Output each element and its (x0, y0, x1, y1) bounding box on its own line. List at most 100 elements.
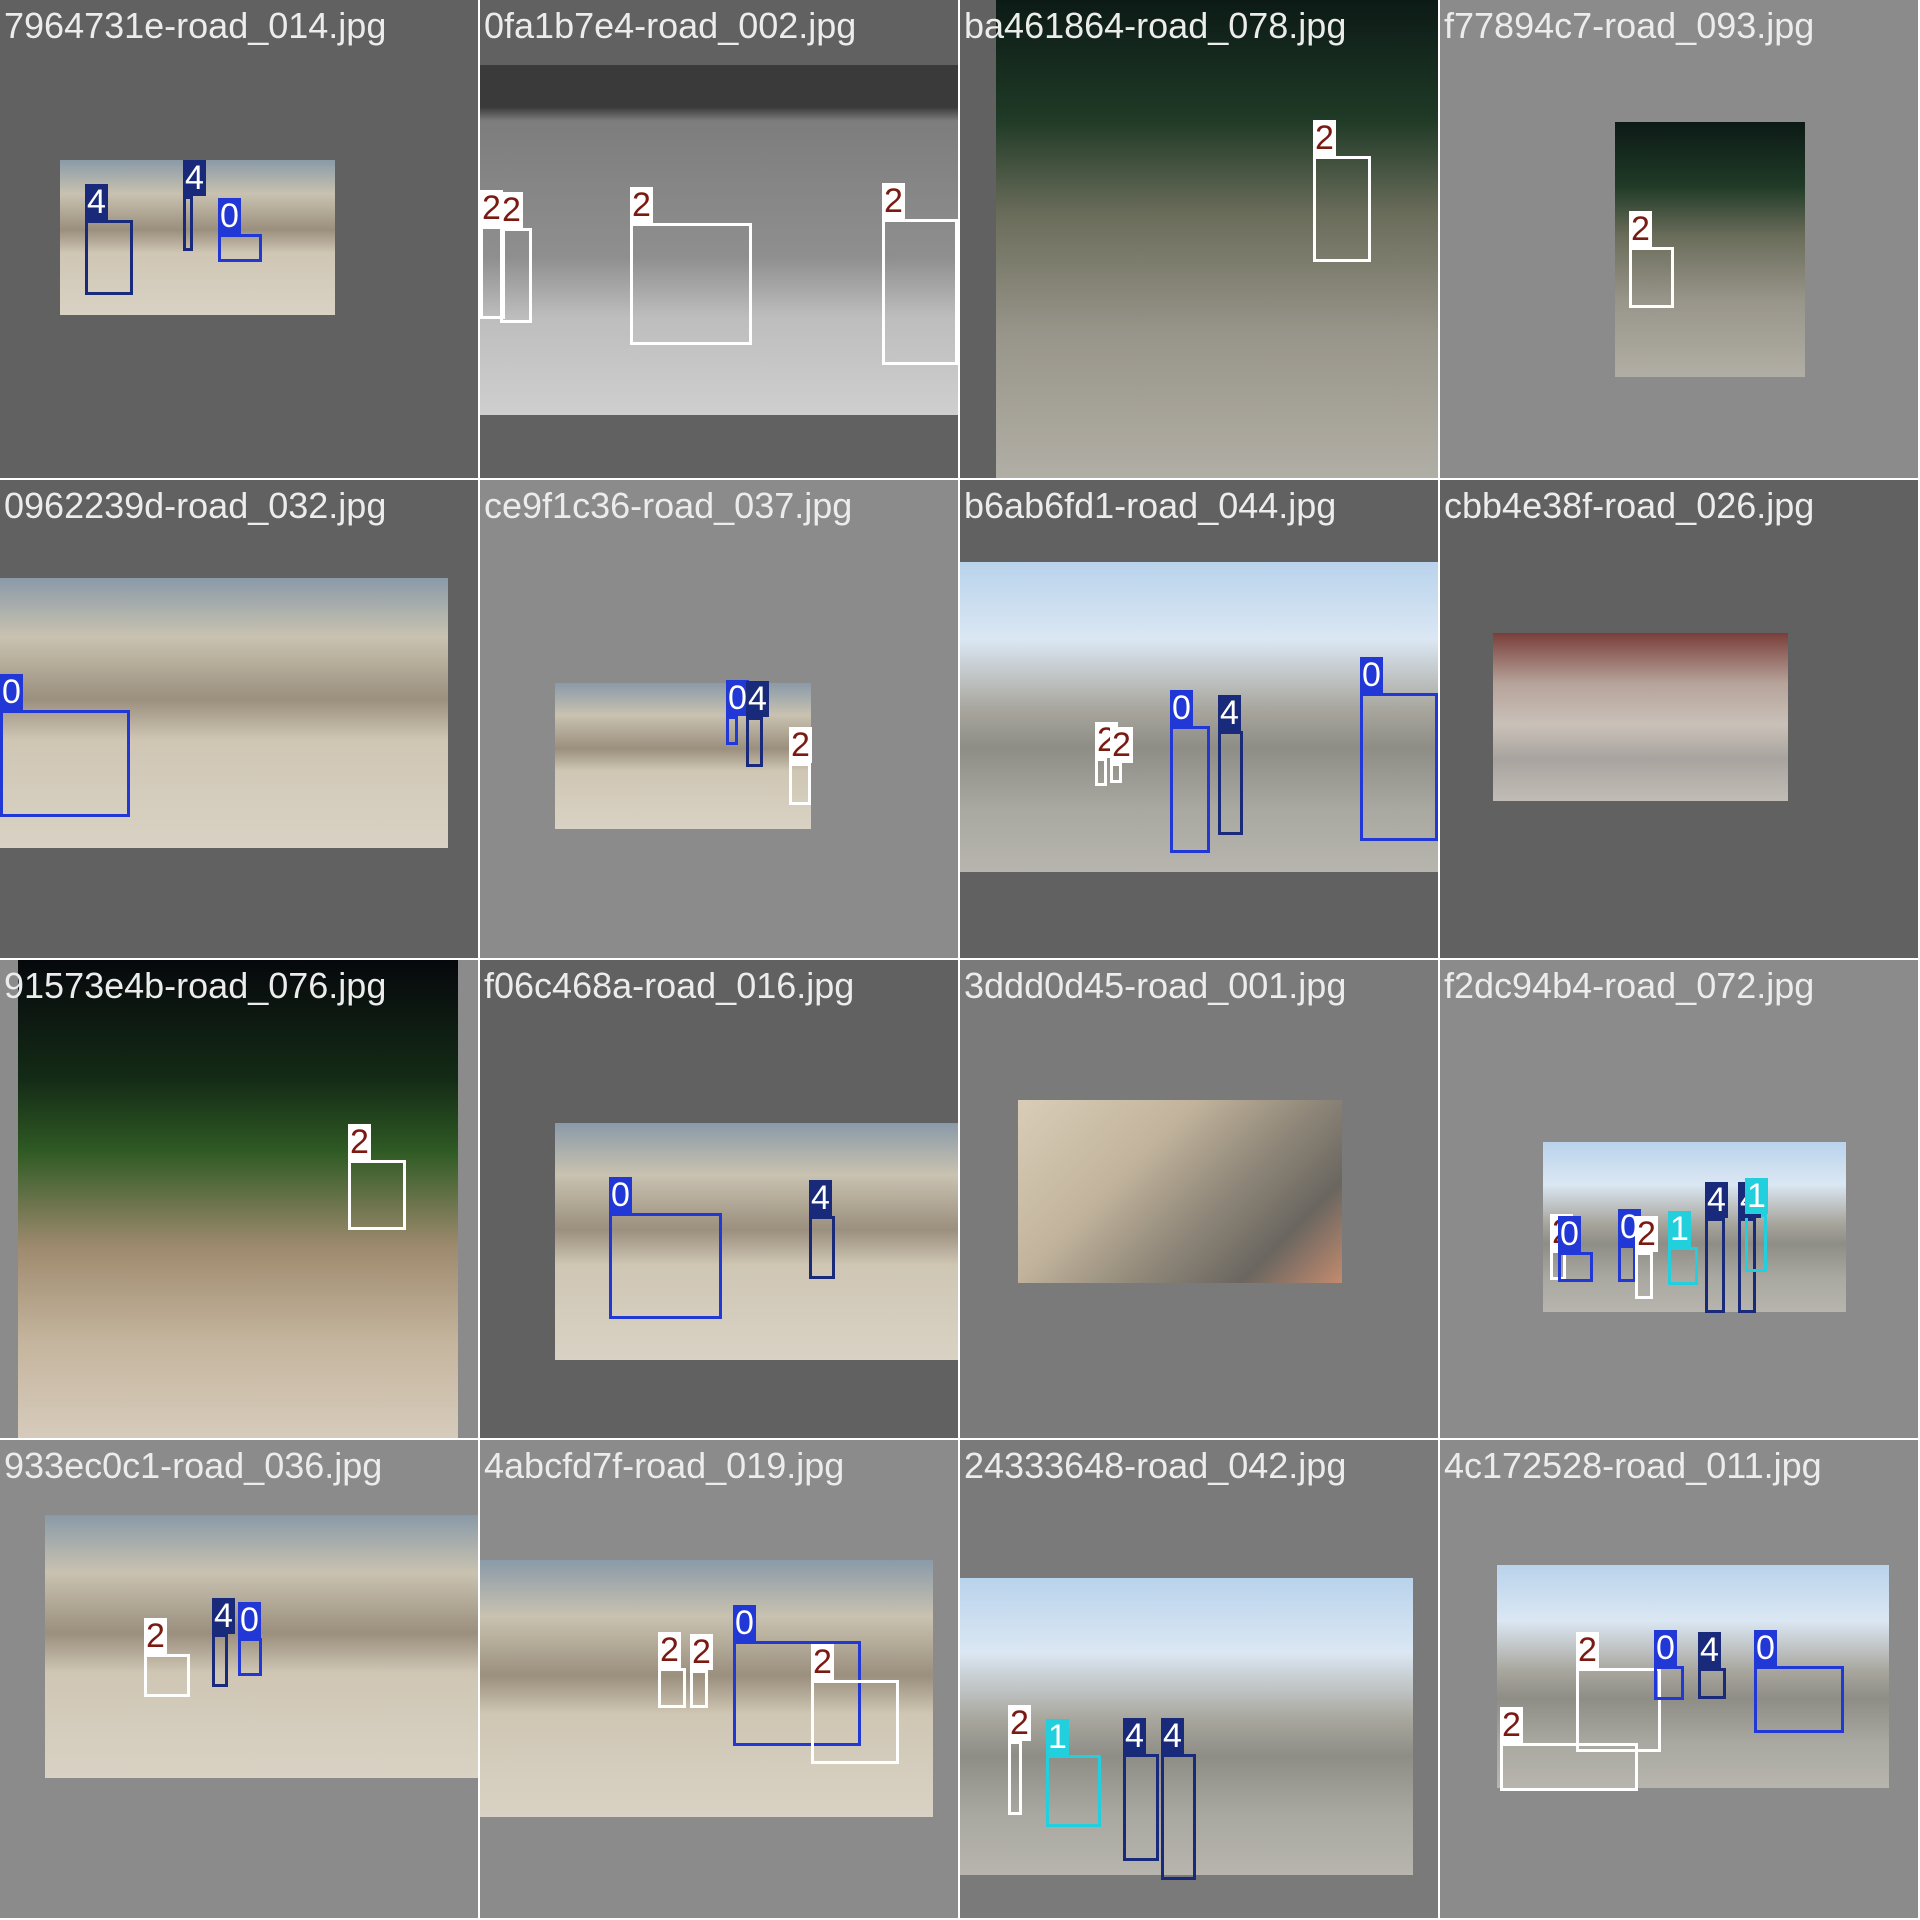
image-tile: 24333648-road_042.jpg 2 1 4 4 (960, 1440, 1438, 1918)
class-label: 2 (882, 182, 905, 220)
class-label: 0 (1754, 1629, 1777, 1667)
class-label: 0 (1170, 689, 1193, 727)
detection-box (726, 716, 738, 745)
class-label: 4 (85, 183, 108, 221)
image-tile: cbb4e38f-road_026.jpg (1440, 480, 1918, 958)
image-filename: ba461864-road_078.jpg (964, 5, 1347, 46)
class-label: 0 (733, 1604, 756, 1642)
class-label: 2 (1313, 119, 1336, 157)
image-filename: f06c468a-road_016.jpg (484, 965, 855, 1006)
class-label: 4 (1218, 694, 1241, 732)
class-label: 0 (0, 673, 23, 711)
detection-box (1161, 1754, 1196, 1880)
scene-photo (1543, 1142, 1846, 1312)
image-tile: 0962239d-road_032.jpg 0 (0, 480, 478, 958)
detection-box (212, 1634, 228, 1687)
scene-photo (996, 0, 1438, 478)
scene-photo (555, 683, 811, 829)
image-filename: ce9f1c36-road_037.jpg (484, 485, 853, 526)
scene-photo (1493, 633, 1788, 801)
class-label: 4 (746, 680, 769, 718)
image-filename: cbb4e38f-road_026.jpg (1444, 485, 1815, 526)
detection-box (1754, 1666, 1844, 1733)
detection-box (85, 220, 133, 295)
class-label: 4 (1161, 1717, 1184, 1755)
class-label: 0 (1360, 656, 1383, 694)
class-label: 0 (218, 197, 241, 235)
detection-box (1123, 1754, 1159, 1861)
image-filename: 4abcfd7f-road_019.jpg (484, 1445, 845, 1486)
class-label: 4 (1123, 1717, 1146, 1755)
detection-box (809, 1216, 835, 1279)
detection-box (1046, 1755, 1101, 1827)
detection-box (1008, 1741, 1022, 1815)
image-filename: 91573e4b-road_076.jpg (4, 965, 387, 1006)
image-filename: 7964731e-road_014.jpg (4, 5, 387, 46)
class-label: 0 (609, 1176, 632, 1214)
image-filename: b6ab6fd1-road_044.jpg (964, 485, 1337, 526)
detection-box (1360, 693, 1438, 841)
image-filename: f77894c7-road_093.jpg (1444, 5, 1815, 46)
detection-box (500, 228, 532, 323)
detection-box (1618, 1245, 1636, 1282)
class-label: 4 (212, 1597, 235, 1635)
image-tile: ba461864-road_078.jpg 2 (960, 0, 1438, 478)
class-label: 2 (144, 1617, 167, 1655)
detection-box (1654, 1666, 1684, 1700)
image-filename: 3ddd0d45-road_001.jpg (964, 965, 1347, 1006)
image-tile: ce9f1c36-road_037.jpg 0 4 2 (480, 480, 958, 958)
detection-box (746, 717, 763, 767)
image-tile: 7964731e-road_014.jpg 4 4 0 (0, 0, 478, 478)
image-filename: 4c172528-road_011.jpg (1444, 1445, 1822, 1486)
detection-box (238, 1638, 262, 1676)
class-label: 1 (1745, 1177, 1768, 1215)
detection-box (1668, 1247, 1698, 1285)
class-label: 2 (1635, 1215, 1658, 1253)
class-label: 2 (630, 186, 653, 224)
detection-box (789, 763, 811, 805)
detection-box (1705, 1218, 1725, 1313)
class-label: 2 (500, 191, 523, 229)
class-label: 2 (1500, 1706, 1523, 1744)
detection-box (1558, 1252, 1593, 1282)
image-tile: 4abcfd7f-road_019.jpg 2 2 0 2 (480, 1440, 958, 1918)
image-tile: b6ab6fd1-road_044.jpg 2 2 0 4 0 (960, 480, 1438, 958)
class-label: 4 (1698, 1631, 1721, 1669)
class-label: 2 (658, 1631, 681, 1669)
class-label: 4 (183, 159, 206, 197)
detection-box (1698, 1668, 1726, 1699)
class-label: 0 (238, 1601, 261, 1639)
class-label: 2 (690, 1633, 713, 1671)
image-tile: 91573e4b-road_076.jpg 2 (0, 960, 478, 1438)
image-grid: 7964731e-road_014.jpg 4 4 0 0fa1b7e4-road_00… (0, 0, 1920, 1920)
image-tile: 933ec0c1-road_036.jpg 2 4 0 (0, 1440, 478, 1918)
detection-box (183, 196, 193, 251)
image-tile: 0fa1b7e4-road_002.jpg 2 2 2 2 (480, 0, 958, 478)
detection-box (1110, 763, 1122, 783)
detection-box (218, 234, 262, 262)
class-label: 2 (348, 1123, 371, 1161)
detection-box (1170, 726, 1210, 853)
image-filename: 933ec0c1-road_036.jpg (4, 1445, 383, 1486)
detection-box (1745, 1214, 1767, 1272)
detection-box (348, 1160, 406, 1230)
detection-box (609, 1213, 722, 1319)
scene-photo (1018, 1100, 1342, 1283)
detection-box (1218, 731, 1243, 835)
class-label: 0 (1654, 1629, 1677, 1667)
detection-box (630, 223, 752, 345)
detection-box (1313, 156, 1371, 262)
detection-box (658, 1668, 686, 1708)
class-label: 2 (811, 1643, 834, 1681)
detection-box (0, 710, 130, 817)
class-label: 4 (809, 1179, 832, 1217)
image-tile: 4c172528-road_011.jpg 2 2 0 4 0 (1440, 1440, 1918, 1918)
detection-box (1635, 1252, 1653, 1299)
class-label: 4 (1705, 1181, 1728, 1219)
image-tile: f2dc94b4-road_072.jpg20021441 (1440, 960, 1918, 1438)
detection-box (1095, 758, 1107, 786)
image-filename: 24333648-road_042.jpg (964, 1445, 1347, 1486)
class-label: 2 (1110, 726, 1133, 764)
image-tile: f06c468a-road_016.jpg 0 4 (480, 960, 958, 1438)
detection-box (882, 219, 958, 365)
